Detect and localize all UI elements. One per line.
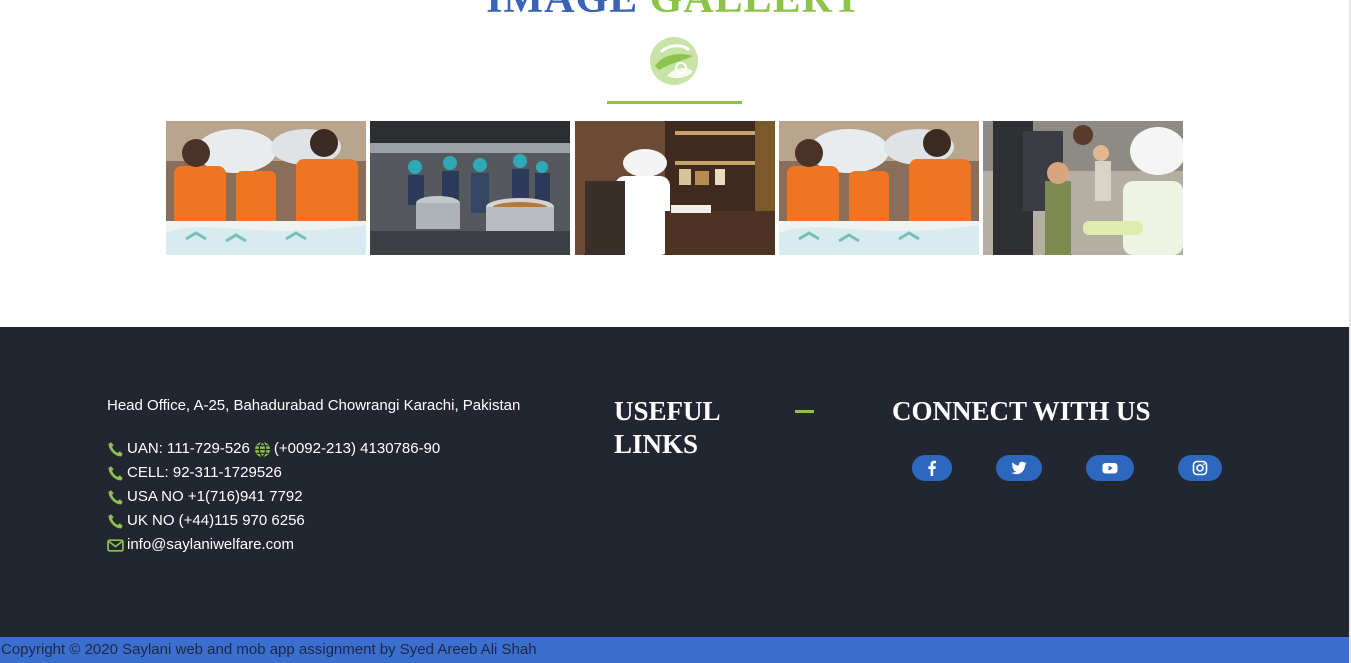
contact-list: UAN: 111-729-526 (+0092-213) 4130786-90 … bbox=[107, 437, 440, 557]
head-office-address: Head Office, A-25, Bahadurabad Chowrangi… bbox=[107, 397, 521, 414]
phone-icon bbox=[107, 465, 124, 482]
twitter-button[interactable] bbox=[996, 455, 1042, 481]
useful-links-dash bbox=[795, 410, 814, 413]
contact-uan: UAN: 111-729-526 (+0092-213) 4130786-90 bbox=[107, 437, 440, 461]
uk-text: UK NO (+44)115 970 6256 bbox=[127, 512, 305, 529]
facebook-button[interactable] bbox=[912, 455, 952, 481]
gallery-title-word2: GALLERY bbox=[650, 0, 863, 22]
phone-icon bbox=[107, 441, 124, 458]
copyright-bar: Copyright © 2020 Saylani web and mob app… bbox=[0, 637, 1349, 663]
gallery-title: IMAGE GALLERY bbox=[0, 0, 1349, 20]
site-footer: Head Office, A-25, Bahadurabad Chowrangi… bbox=[0, 327, 1349, 637]
phone-icon bbox=[107, 489, 124, 506]
globe-icon bbox=[254, 441, 271, 458]
twitter-icon bbox=[1011, 460, 1027, 476]
contact-uk: UK NO (+44)115 970 6256 bbox=[107, 509, 440, 533]
usa-text: USA NO +1(716)941 7792 bbox=[127, 488, 303, 505]
uan-text: UAN: 111-729-526 bbox=[127, 440, 250, 457]
contact-usa: USA NO +1(716)941 7792 bbox=[107, 485, 440, 509]
image-gallery-section: IMAGE GALLERY bbox=[0, 0, 1349, 327]
useful-links-title: USEFUL LINKS bbox=[614, 396, 720, 459]
gallery-image-2[interactable] bbox=[370, 121, 570, 255]
instagram-button[interactable] bbox=[1178, 455, 1222, 481]
saylani-logo-icon bbox=[649, 36, 699, 86]
email-link[interactable]: info@saylaniwelfare.com bbox=[127, 536, 294, 554]
gallery-title-word1: IMAGE bbox=[486, 0, 638, 22]
phone-icon bbox=[107, 513, 124, 530]
instagram-icon bbox=[1192, 460, 1208, 476]
gallery-image-5[interactable] bbox=[983, 121, 1183, 255]
facebook-icon bbox=[924, 460, 940, 476]
gallery-image-3[interactable] bbox=[575, 121, 775, 255]
youtube-icon bbox=[1102, 460, 1118, 476]
gallery-image-4[interactable] bbox=[779, 121, 979, 255]
contact-email[interactable]: info@saylaniwelfare.com bbox=[107, 533, 440, 557]
gallery-title-underline bbox=[607, 101, 742, 104]
cell-text: CELL: 92-311-1729526 bbox=[127, 464, 282, 481]
gallery-image-1[interactable] bbox=[166, 121, 366, 255]
envelope-icon bbox=[107, 537, 124, 554]
connect-title: CONNECT WITH US bbox=[892, 396, 1151, 426]
contact-cell: CELL: 92-311-1729526 bbox=[107, 461, 440, 485]
copyright-text: Copyright © 2020 Saylani web and mob app… bbox=[1, 641, 537, 658]
uan-alt-text: (+0092-213) 4130786-90 bbox=[273, 440, 441, 457]
youtube-button[interactable] bbox=[1086, 455, 1134, 481]
